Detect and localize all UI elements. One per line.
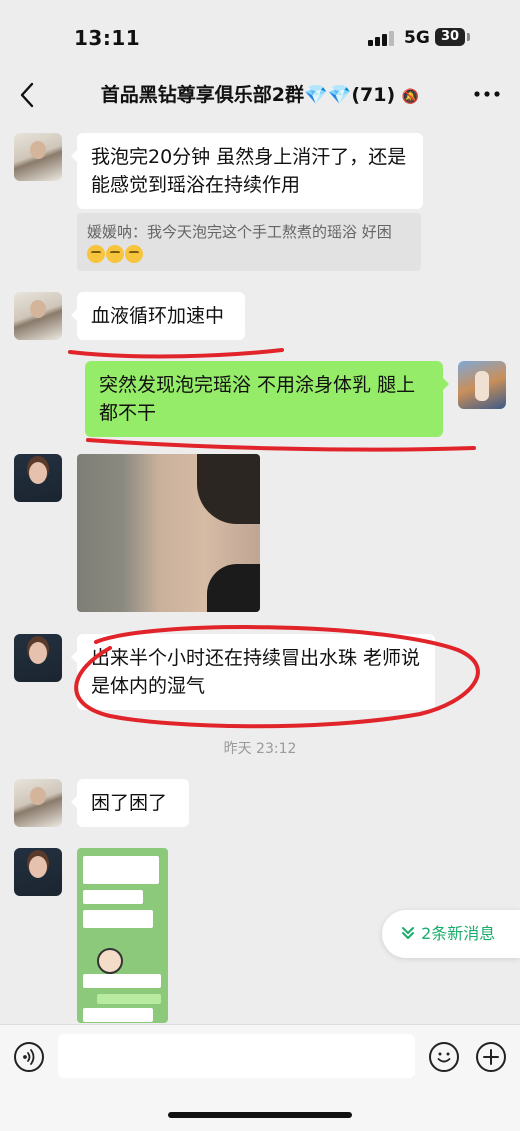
message-bubble[interactable]: 困了困了 xyxy=(71,779,189,827)
message-text: 困了困了 xyxy=(91,792,168,814)
avatar[interactable] xyxy=(14,779,62,827)
my-message-bubble[interactable]: 突然发现泡完瑶浴 不用涂身体乳 腿上都不干 xyxy=(85,361,449,437)
message-bubble[interactable]: 血液循环加速中 xyxy=(71,292,245,340)
home-indicator[interactable] xyxy=(168,1112,352,1118)
voice-icon[interactable] xyxy=(14,1042,44,1072)
gem-icons: 💎💎 xyxy=(304,84,352,106)
group-name: 首品黑钻尊享俱乐部2群 xyxy=(100,84,305,106)
quote-text: 媛媛呐：我今天泡完这个手工熬煮的瑶浴 好困 xyxy=(87,223,392,241)
timestamp: 昨天 23:12 xyxy=(223,741,297,757)
message-bubble[interactable]: 我泡完20分钟 虽然身上消汗了，还是能感觉到瑶浴在持续作用 xyxy=(71,133,423,209)
quoted-message[interactable]: 媛媛呐：我今天泡完这个手工熬煮的瑶浴 好困 xyxy=(77,213,421,271)
message-input[interactable] xyxy=(58,1034,415,1078)
status-time: 13:11 xyxy=(74,26,141,50)
message-text: 出来半个小时还在持续冒出水珠 老师说是体内的湿气 xyxy=(91,647,421,697)
new-messages-button[interactable]: 2条新消息 xyxy=(382,910,520,958)
chat-title: 首品黑钻尊享俱乐部2群💎💎(71) 🔕 xyxy=(0,80,520,107)
message-text: 突然发现泡完瑶浴 不用涂身体乳 腿上都不干 xyxy=(99,374,416,424)
new-messages-label: 2条新消息 xyxy=(421,924,496,943)
double-chevron-down-icon xyxy=(400,924,421,943)
my-avatar[interactable] xyxy=(458,361,506,409)
battery-tip xyxy=(467,33,470,41)
more-icon[interactable] xyxy=(470,80,504,108)
message-text: 血液循环加速中 xyxy=(91,305,225,327)
photo-detail xyxy=(207,564,260,612)
sleepy-emoji-icon xyxy=(87,245,144,264)
avatar[interactable] xyxy=(14,454,62,502)
battery-icon: 30 xyxy=(435,28,465,46)
avatar[interactable] xyxy=(14,848,62,896)
plus-icon[interactable] xyxy=(476,1042,506,1072)
photo-detail xyxy=(197,454,260,524)
screenshot-image-message[interactable] xyxy=(77,848,168,1023)
network-label: 5G xyxy=(404,28,430,48)
bell-off-icon: 🔕 xyxy=(401,89,420,105)
message-text: 我泡完20分钟 虽然身上消汗了，还是能感觉到瑶浴在持续作用 xyxy=(91,146,407,196)
member-count: (71) xyxy=(351,84,396,106)
avatar[interactable] xyxy=(14,292,62,340)
avatar[interactable] xyxy=(14,133,62,181)
avatar[interactable] xyxy=(14,634,62,682)
image-detail xyxy=(97,948,123,974)
message-bubble[interactable]: 出来半个小时还在持续冒出水珠 老师说是体内的湿气 xyxy=(71,634,435,710)
signal-icon xyxy=(368,30,396,46)
emoji-icon[interactable] xyxy=(429,1042,459,1072)
photo-message[interactable] xyxy=(77,454,260,612)
